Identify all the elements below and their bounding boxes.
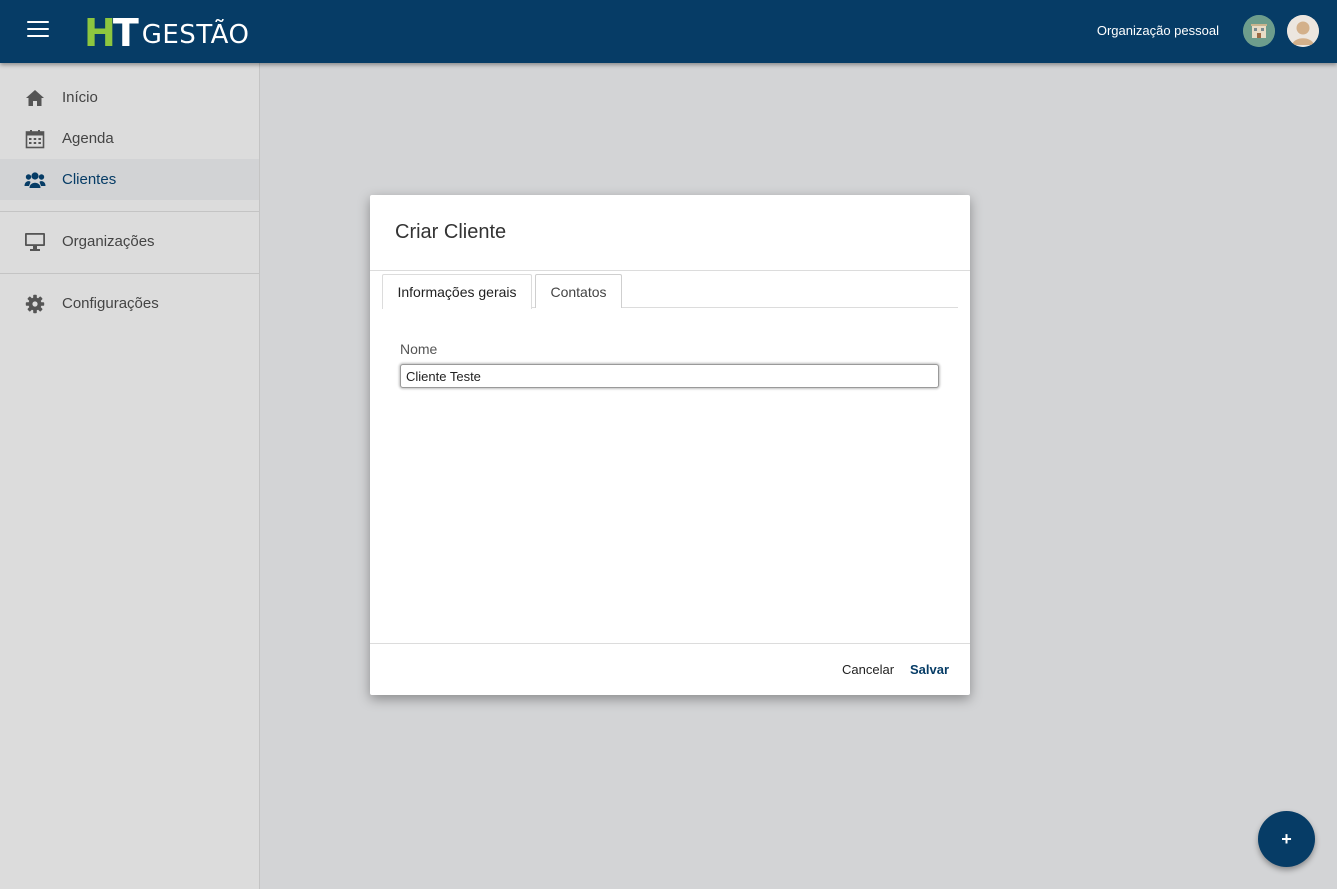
sidebar-item-label: Organizações — [62, 233, 155, 250]
sidebar-item-agenda[interactable]: Agenda — [0, 118, 259, 159]
tab-informacoes-gerais[interactable]: Informações gerais — [382, 274, 532, 309]
name-input[interactable] — [400, 364, 939, 388]
sidebar-item-inicio[interactable]: Início — [0, 77, 259, 118]
person-icon — [1287, 15, 1319, 47]
cancel-button[interactable]: Cancelar — [842, 662, 894, 677]
sidebar-item-configuracoes[interactable]: Configurações — [0, 283, 259, 324]
monitor-icon — [24, 231, 46, 253]
plus-icon: + — [1281, 828, 1292, 849]
create-client-dialog: Criar Cliente Informações gerais Contato… — [370, 195, 970, 695]
logo-letter-t: T — [112, 11, 139, 55]
calendar-icon — [24, 128, 46, 150]
users-icon — [24, 169, 46, 191]
sidebar-divider — [0, 211, 259, 212]
logo-letter-h: H — [84, 11, 116, 55]
app-header: HT GESTÃO Organização pessoal — [0, 0, 1337, 63]
organization-label[interactable]: Organização pessoal — [1097, 23, 1219, 38]
sidebar-divider — [0, 273, 259, 274]
user-avatar[interactable] — [1287, 15, 1319, 47]
add-fab-button[interactable]: + — [1258, 811, 1315, 867]
save-button[interactable]: Salvar — [910, 662, 949, 677]
sidebar-item-label: Configurações — [62, 295, 159, 312]
building-icon — [1243, 15, 1275, 47]
app-logo[interactable]: HT GESTÃO — [84, 14, 250, 52]
home-icon — [24, 87, 46, 109]
sidebar-item-label: Clientes — [62, 171, 117, 188]
sidebar-item-label: Início — [62, 89, 98, 106]
tab-contatos[interactable]: Contatos — [535, 274, 622, 308]
organization-avatar[interactable] — [1243, 15, 1275, 47]
dialog-header-divider — [370, 270, 970, 271]
dialog-footer-divider — [370, 643, 970, 644]
menu-icon[interactable] — [27, 21, 49, 39]
sidebar-item-label: Agenda — [62, 130, 114, 147]
sidebar: Início Agenda Clientes Organizações Conf… — [0, 63, 260, 889]
gear-icon — [24, 293, 46, 315]
dialog-title: Criar Cliente — [395, 221, 507, 243]
sidebar-item-organizacoes[interactable]: Organizações — [0, 221, 259, 262]
logo-wordmark: GESTÃO — [141, 20, 250, 50]
sidebar-item-clientes[interactable]: Clientes — [0, 159, 259, 200]
name-field-label: Nome — [400, 341, 438, 357]
